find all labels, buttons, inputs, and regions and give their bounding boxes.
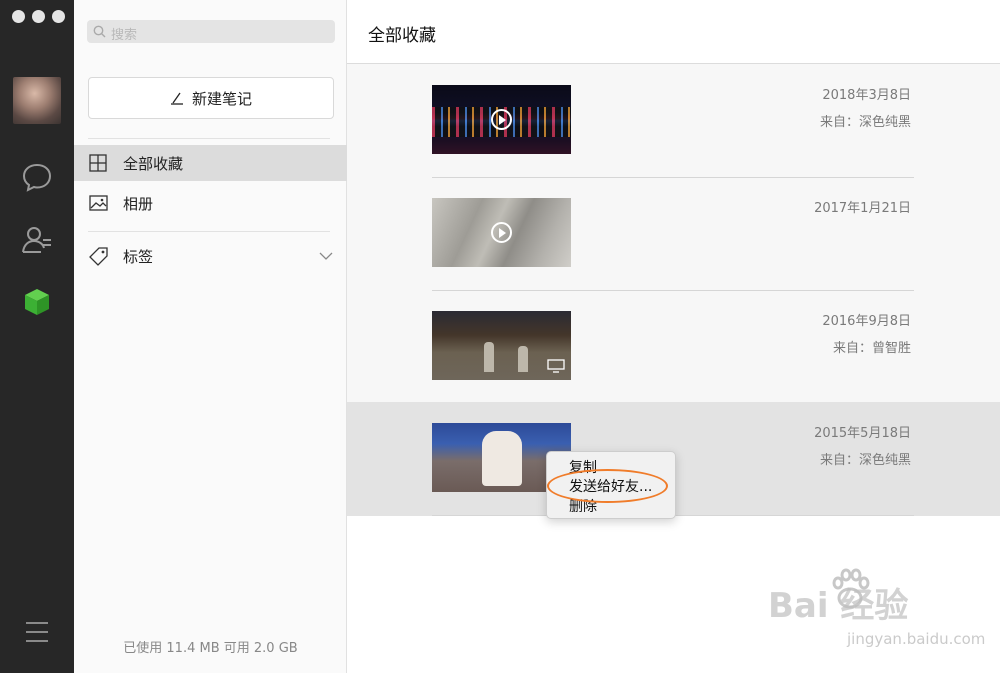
- tag-icon: [89, 246, 108, 266]
- chat-icon[interactable]: [21, 161, 53, 193]
- divider: [88, 231, 330, 232]
- nav-item-label: 相册: [123, 194, 154, 213]
- item-date: 2018年3月8日: [822, 88, 911, 103]
- list-item[interactable]: 2016年9月8日 来自：曾智胜: [347, 290, 1000, 404]
- page-title: 全部收藏: [368, 26, 436, 46]
- nav-item-label: 标签: [123, 247, 154, 266]
- video-thumbnail[interactable]: [432, 85, 571, 154]
- item-date: 2015年5月18日: [814, 426, 911, 441]
- search-placeholder: 搜索: [111, 28, 138, 43]
- item-date: 2016年9月8日: [822, 314, 911, 329]
- item-source: 来自：深色纯黑: [819, 115, 911, 130]
- app-rail: [0, 0, 74, 673]
- search-icon: [93, 25, 106, 38]
- video-thumbnail[interactable]: [432, 198, 571, 267]
- item-source: 来自：深色纯黑: [819, 453, 911, 468]
- favorites-list: 2018年3月8日 来自：深色纯黑 2017年1月21日 2016年9月8日 来…: [347, 64, 1000, 516]
- video-thumbnail[interactable]: [432, 311, 571, 380]
- chevron-down-icon[interactable]: [319, 252, 333, 261]
- play-icon: [491, 109, 512, 130]
- new-note-button[interactable]: 新建笔记: [88, 77, 334, 119]
- item-date: 2017年1月21日: [814, 201, 911, 216]
- screen-icon: [547, 359, 565, 373]
- divider: [88, 138, 330, 139]
- grid-icon: [89, 154, 107, 172]
- item-source: 来自：曾智胜: [832, 341, 911, 356]
- window-minimize-button[interactable]: [32, 10, 45, 23]
- watermark-url: jingyan.baidu.com: [847, 630, 986, 648]
- search-input[interactable]: 搜索: [87, 20, 335, 43]
- nav-item-album[interactable]: 相册: [74, 185, 347, 221]
- menu-icon[interactable]: [21, 620, 53, 644]
- photo-icon: [89, 195, 108, 211]
- nav-item-all-favorites[interactable]: 全部收藏: [74, 145, 347, 181]
- window-zoom-button[interactable]: [52, 10, 65, 23]
- watermark-brand: Bai 经验: [768, 586, 909, 626]
- contacts-icon[interactable]: [21, 224, 53, 256]
- list-item[interactable]: 2017年1月21日: [347, 177, 1000, 291]
- favorites-cube-icon[interactable]: [21, 286, 53, 318]
- storage-status: 已使用 11.4 MB 可用 2.0 GB: [123, 641, 298, 656]
- favorites-content: 全部收藏 2018年3月8日 来自：深色纯黑 2017年1月21日 2016年9…: [347, 0, 1000, 673]
- window-close-button[interactable]: [12, 10, 25, 23]
- nav-item-label: 全部收藏: [123, 154, 184, 173]
- favorites-sidebar: 搜索 新建笔记 全部收藏 相册 标签 已使用 11.4 MB 可用 2.0 GB: [74, 0, 347, 673]
- content-header: 全部收藏: [347, 0, 1000, 64]
- highlight-ring: [547, 469, 668, 503]
- avatar[interactable]: [13, 77, 61, 124]
- list-item[interactable]: 2018年3月8日 来自：深色纯黑: [347, 64, 1000, 178]
- play-icon: [491, 222, 512, 243]
- new-note-label: 新建笔记: [191, 89, 252, 108]
- nav-item-tags[interactable]: 标签: [74, 238, 347, 274]
- pen-icon: [170, 92, 183, 105]
